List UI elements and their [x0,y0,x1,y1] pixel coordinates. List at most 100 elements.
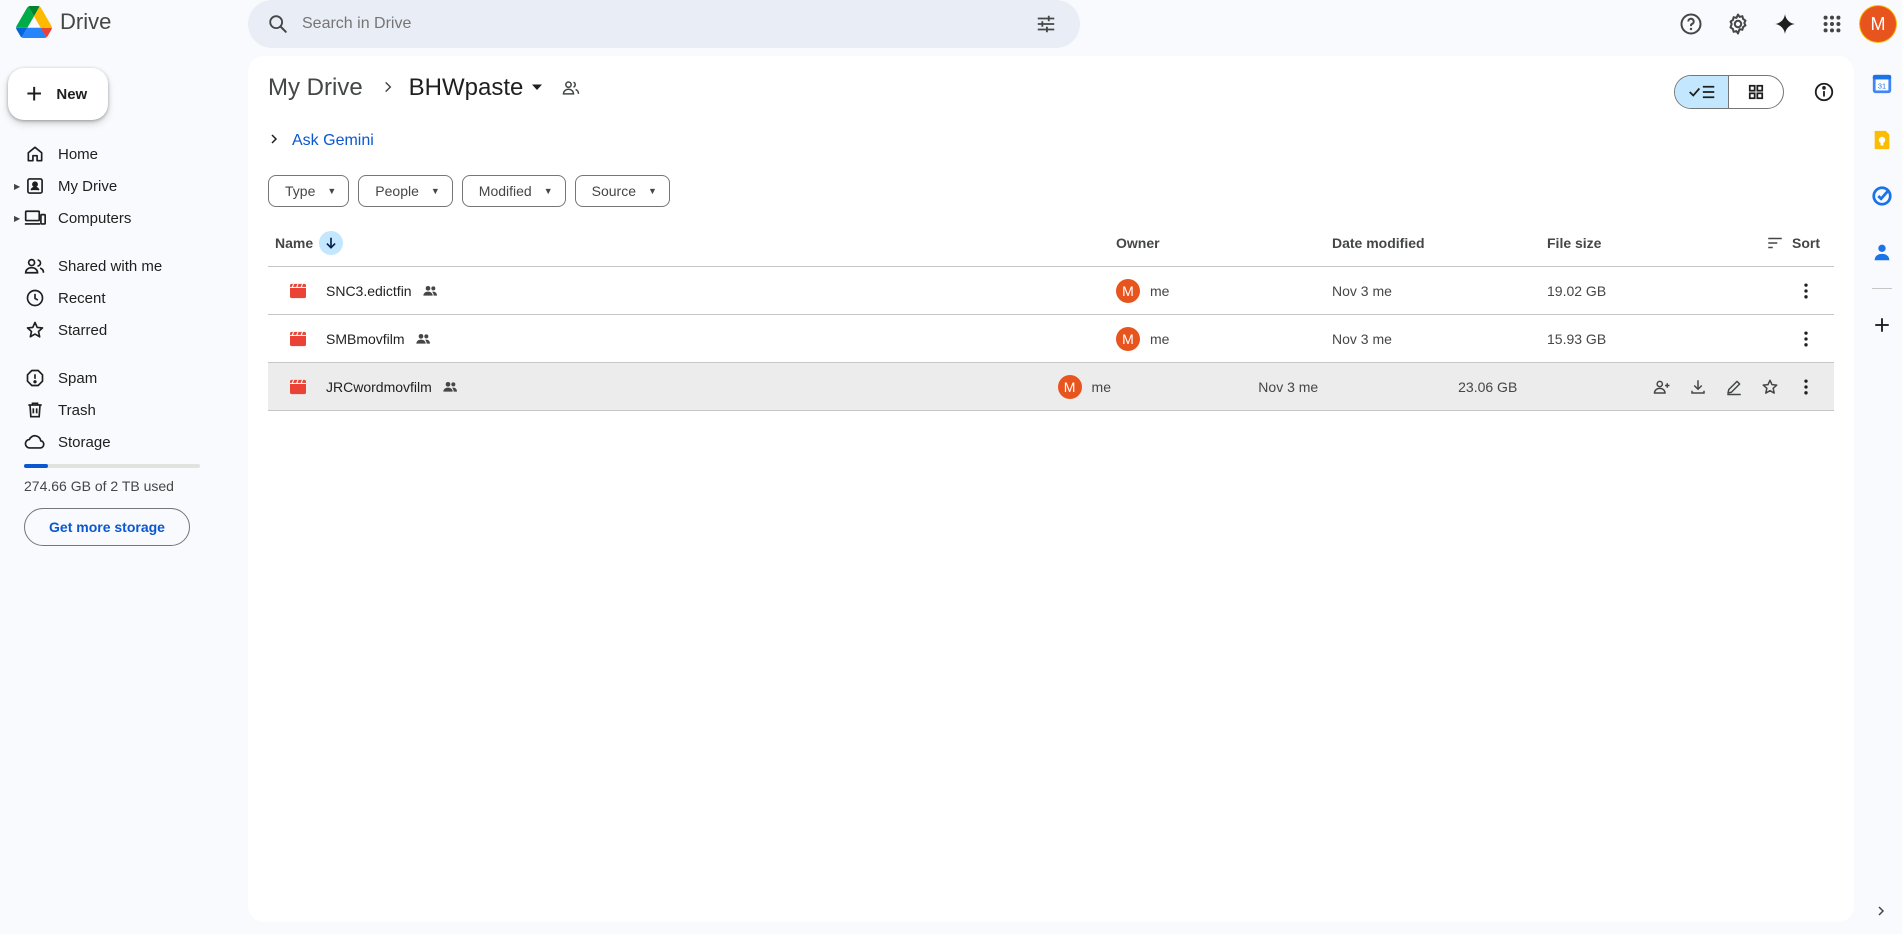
filter-source[interactable]: Source ▼ [574,175,670,207]
calendar-icon[interactable]: 31 [1862,64,1902,104]
share-person-add-icon[interactable] [1644,369,1680,405]
download-icon[interactable] [1680,369,1716,405]
computers-icon [24,207,46,229]
column-name-header[interactable]: Name [268,230,1116,255]
video-file-icon [288,377,308,397]
info-icon[interactable] [1808,76,1840,108]
keep-icon[interactable] [1862,120,1902,160]
gemini-sparkle-icon[interactable] [1765,4,1805,44]
apps-grid-icon[interactable] [1812,4,1852,44]
star-icon [24,319,46,341]
sort-label: Sort [1792,234,1820,251]
search-options-icon[interactable] [1022,0,1070,48]
search-bar[interactable] [248,0,1080,48]
table-row[interactable]: JRCwordmovfilm Mme Nov 3 me 23.06 GB [268,363,1834,411]
sidebar-nav: Home ▶ My Drive ▶ Computers Shared with … [0,138,248,458]
filter-modified[interactable]: Modified ▼ [461,175,566,207]
list-view-button[interactable] [1675,76,1730,108]
sidebar-item-starred[interactable]: Starred [0,314,248,346]
ask-gemini-label: Ask Gemini [292,132,374,149]
rename-pencil-icon[interactable] [1716,369,1752,405]
side-panel-rail: 31 [1862,64,1902,361]
drive-logo-icon [16,6,52,38]
new-button[interactable]: + New [8,68,108,120]
file-name[interactable]: JRCwordmovfilm [326,379,432,395]
add-addon-plus-icon[interactable] [1862,305,1902,345]
chevron-right-icon [381,77,395,100]
file-table: Name Owner Date modified File size Sort [268,219,1834,411]
breadcrumb: My Drive BHWpaste [268,74,581,102]
clock-icon [24,287,46,309]
owner-name: me [1091,378,1111,395]
owner-name: me [1150,330,1170,347]
sidebar-item-label: Storage [58,433,111,451]
sidebar-item-label: Starred [58,321,108,339]
video-file-icon [288,329,308,349]
expand-caret-icon[interactable]: ▶ [14,182,20,191]
more-actions-icon[interactable] [1788,369,1824,405]
sidebar-item-shared-with-me[interactable]: Shared with me [0,250,248,282]
sidebar-item-label: Shared with me [58,257,163,275]
sidebar-item-recent[interactable]: Recent [0,282,248,314]
search-icon[interactable] [254,0,302,48]
sidebar-item-my-drive[interactable]: ▶ My Drive [0,170,248,202]
file-size: 23.06 GB [1458,378,1518,395]
caret-down-icon: ▼ [430,186,440,196]
table-row[interactable]: SMBmovfilm Mme Nov 3 me 15.93 GB [268,315,1834,363]
sidebar-item-label: Computers [58,209,132,227]
shared-folder-icon[interactable] [561,78,581,98]
drive-logo[interactable]: Drive [16,6,111,38]
top-actions: M [1664,0,1902,48]
sidebar-item-label: Trash [58,401,96,419]
help-icon[interactable] [1671,4,1711,44]
people-icon [24,255,46,277]
new-button-label: New [56,85,88,103]
filter-people[interactable]: People ▼ [358,175,453,207]
chevron-right-icon [268,132,280,150]
sidebar-item-label: Home [58,145,99,163]
sidebar-item-computers[interactable]: ▶ Computers [0,202,248,234]
sidebar-item-trash[interactable]: Trash [0,394,248,426]
main-panel: My Drive BHWpaste Ask Gemini Type ▼ Peopl… [248,56,1854,922]
column-date-header[interactable]: Date modified [1332,235,1547,251]
storage-progress-bar [24,464,200,468]
table-row[interactable]: SNC3.edictfin Mme Nov 3 me 19.02 GB [268,267,1834,315]
sort-button[interactable]: Sort [1766,234,1820,252]
svg-text:31: 31 [1878,82,1886,91]
home-icon [24,143,46,165]
caret-down-icon[interactable] [531,80,543,96]
grid-view-button[interactable] [1729,76,1783,108]
settings-gear-icon[interactable] [1718,4,1758,44]
file-name[interactable]: SMBmovfilm [326,331,405,347]
column-owner-header: Owner [1116,234,1160,251]
filter-label: Modified [478,183,532,199]
more-actions-icon[interactable] [1788,273,1824,309]
chevron-right-icon[interactable] [1866,896,1896,926]
storage-usage-text: 274.66 GB of 2 TB used [24,478,174,494]
sidebar-item-storage[interactable]: Storage [0,426,248,458]
spam-icon [24,367,46,389]
caret-down-icon: ▼ [327,186,337,196]
cloud-icon [24,431,46,453]
my-drive-icon [24,175,46,197]
top-bar: Drive M [0,0,1902,48]
sidebar-item-home[interactable]: Home [0,138,248,170]
more-actions-icon[interactable] [1788,321,1824,357]
arrow-down-icon[interactable] [319,230,344,255]
sidebar-item-spam[interactable]: Spam [0,362,248,394]
contacts-icon[interactable] [1862,232,1902,272]
sort-lines-icon [1768,237,1782,248]
breadcrumb-my-drive[interactable]: My Drive [268,74,363,102]
expand-caret-icon[interactable]: ▶ [14,214,20,223]
filter-type[interactable]: Type ▼ [268,175,350,207]
file-name[interactable]: SNC3.edictfin [326,283,412,299]
breadcrumb-current-folder[interactable]: BHWpaste [409,74,524,102]
get-more-storage-button[interactable]: Get more storage [24,508,190,546]
tasks-icon[interactable] [1862,176,1902,216]
file-size: 19.02 GB [1547,282,1607,299]
star-icon[interactable] [1752,369,1788,405]
account-avatar[interactable]: M [1862,8,1894,40]
ask-gemini-toggle[interactable]: Ask Gemini [268,132,374,150]
date-modified: Nov 3 me [1332,330,1392,347]
search-input[interactable] [302,15,1022,33]
